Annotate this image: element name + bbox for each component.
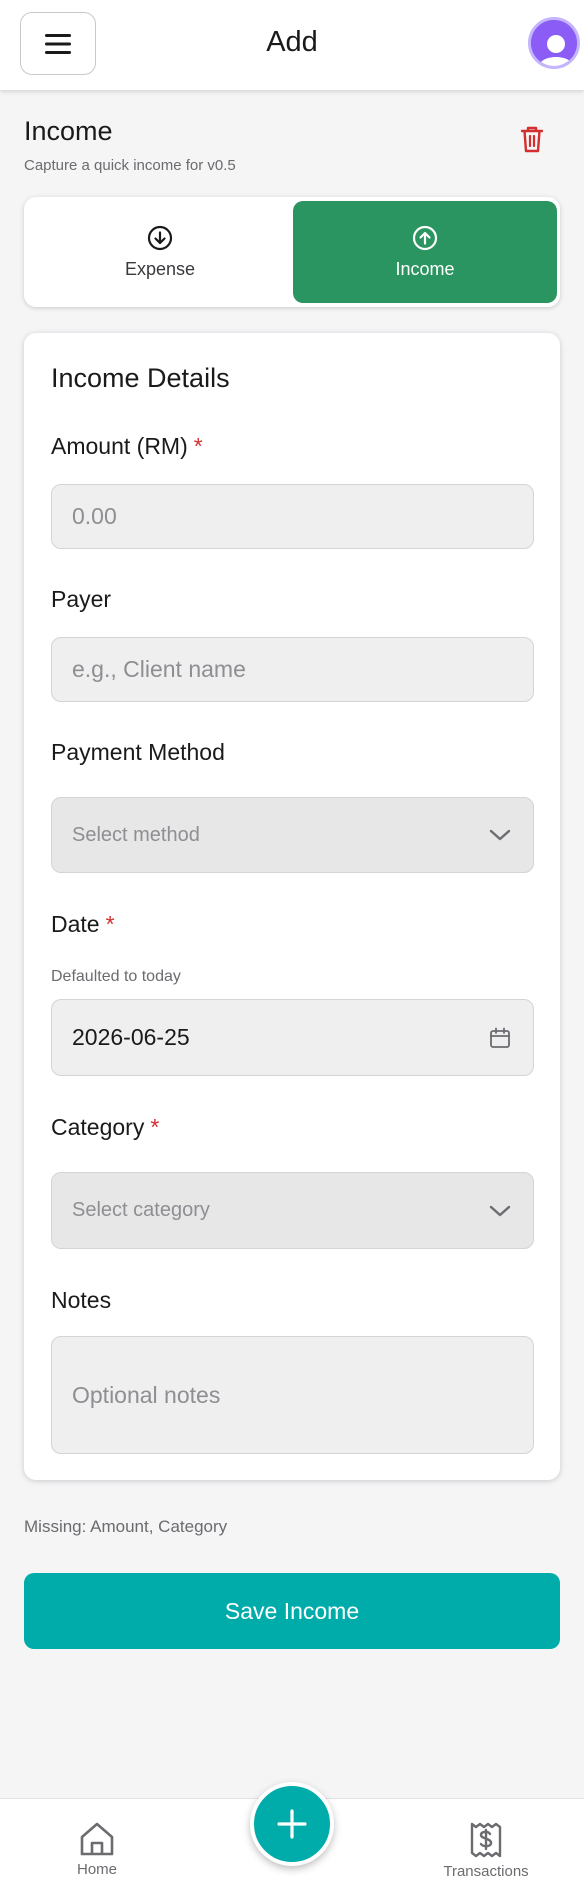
category-placeholder: Select category — [72, 1199, 210, 1221]
receipt-dollar-icon — [470, 1822, 502, 1858]
date-input[interactable]: 2026-06-25 — [51, 999, 534, 1076]
category-label-text: Category — [51, 1114, 145, 1140]
category-label: Category * — [51, 1114, 159, 1141]
notes-placeholder: Optional notes — [72, 1381, 221, 1408]
nav-transactions[interactable]: Transactions — [436, 1821, 536, 1880]
tab-expense[interactable]: Expense — [28, 201, 292, 303]
page-subtitle: Capture a quick income for v0.5 — [24, 157, 236, 174]
nav-home-label: Home — [76, 1861, 117, 1878]
page-header: Income Capture a quick income for v0.5 — [24, 116, 236, 174]
home-icon — [80, 1822, 114, 1856]
missing-fields-message: Missing: Amount, Category — [24, 1517, 228, 1536]
required-mark: * — [193, 433, 203, 459]
category-select[interactable]: Select category — [51, 1172, 534, 1249]
arrow-up-circle-icon — [412, 225, 438, 250]
payment-method-placeholder: Select method — [72, 823, 200, 846]
date-label-text: Date — [51, 911, 100, 937]
amount-input[interactable]: 0.00 — [51, 484, 534, 549]
payer-placeholder: e.g., Client name — [72, 656, 246, 682]
top-app-bar: Add — [0, 0, 584, 90]
plus-icon — [277, 1809, 307, 1839]
nav-home[interactable]: Home — [72, 1821, 122, 1878]
user-avatar-icon — [531, 20, 577, 66]
date-value: 2026-06-25 — [72, 1024, 190, 1050]
arrow-down-circle-icon — [147, 225, 173, 250]
trash-icon — [520, 126, 544, 153]
amount-label-text: Amount (RM) — [51, 433, 188, 459]
page-title: Income — [24, 116, 113, 146]
add-fab-button[interactable] — [250, 1782, 334, 1866]
tab-income-label: Income — [395, 258, 455, 279]
app-bar-title: Add — [266, 26, 318, 58]
amount-label: Amount (RM) * — [51, 433, 203, 460]
tab-income[interactable]: Income — [293, 201, 557, 303]
transaction-type-toggle: Expense Income — [24, 197, 560, 307]
delete-button[interactable] — [518, 124, 548, 156]
payer-input[interactable]: e.g., Client name — [51, 637, 534, 702]
payer-label: Payer — [51, 586, 112, 612]
chevron-down-icon — [489, 829, 511, 841]
chevron-down-icon — [489, 1205, 511, 1216]
amount-placeholder: 0.00 — [72, 503, 117, 529]
nav-transactions-label: Transactions — [443, 1863, 529, 1880]
payment-method-label: Payment Method — [51, 739, 225, 765]
required-mark: * — [150, 1114, 160, 1140]
card-title: Income Details — [51, 363, 230, 393]
avatar[interactable] — [528, 17, 580, 69]
notes-label: Notes — [51, 1287, 112, 1313]
tab-expense-label: Expense — [124, 258, 196, 279]
required-mark: * — [105, 911, 115, 937]
date-label: Date * — [51, 911, 115, 938]
calendar-icon[interactable] — [489, 1027, 511, 1049]
payment-method-select[interactable]: Select method — [51, 797, 534, 873]
date-hint: Defaulted to today — [51, 968, 181, 985]
notes-textarea[interactable]: Optional notes — [51, 1336, 534, 1454]
save-income-button[interactable]: Save Income — [24, 1573, 560, 1649]
income-details-card: Income Details Amount (RM) * 0.00 Payer e… — [24, 333, 560, 1480]
